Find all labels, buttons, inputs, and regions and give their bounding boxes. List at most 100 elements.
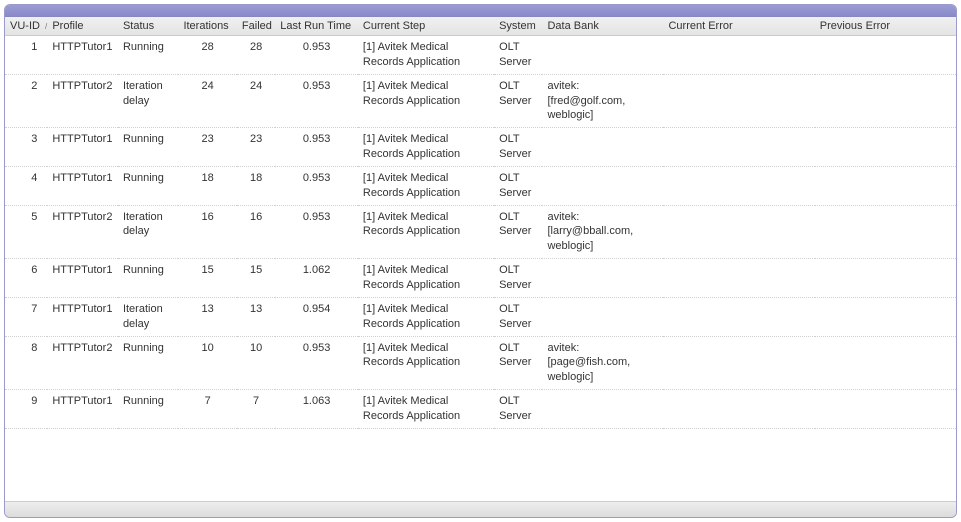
table-row[interactable]: 3HTTPTutor1Running23230.953[1] Avitek Me…: [5, 128, 956, 167]
cell-current-error: [663, 336, 814, 390]
cell-vuid: 9: [5, 390, 47, 429]
col-header-status[interactable]: Status: [118, 17, 179, 36]
col-header-iterations-label: Iterations: [183, 20, 228, 32]
cell-previous-error: [815, 128, 956, 167]
cell-current-step: [1] Avitek Medical Records Application: [358, 297, 494, 336]
cell-vuid: 7: [5, 297, 47, 336]
cell-previous-error: [815, 390, 956, 429]
table-scroll-area[interactable]: VU-ID / Profile Status Iterations Failed…: [5, 17, 956, 501]
cell-data-bank: avitek: [fred@golf.com, weblogic]: [542, 74, 663, 128]
col-header-current-error-label: Current Error: [668, 20, 732, 32]
cell-data-bank: avitek: [page@fish.com, weblogic]: [542, 336, 663, 390]
cell-failed: 10: [237, 336, 275, 390]
cell-current-error: [663, 128, 814, 167]
cell-previous-error: [815, 166, 956, 205]
col-header-current-step-label: Current Step: [363, 20, 425, 32]
table-row[interactable]: 4HTTPTutor1Running18180.953[1] Avitek Me…: [5, 166, 956, 205]
cell-system: OLT Server: [494, 166, 542, 205]
cell-vuid: 6: [5, 259, 47, 298]
col-header-current-step[interactable]: Current Step: [358, 17, 494, 36]
cell-previous-error: [815, 259, 956, 298]
table-row[interactable]: 6HTTPTutor1Running15151.062[1] Avitek Me…: [5, 259, 956, 298]
cell-profile: HTTPTutor1: [47, 128, 118, 167]
cell-system: OLT Server: [494, 297, 542, 336]
cell-iterations: 24: [178, 74, 236, 128]
cell-vuid: 3: [5, 128, 47, 167]
cell-failed: 23: [237, 128, 275, 167]
cell-profile: HTTPTutor1: [47, 259, 118, 298]
col-header-last-run-time[interactable]: Last Run Time: [275, 17, 358, 36]
cell-status: Running: [118, 259, 179, 298]
col-header-failed-label: Failed: [242, 20, 272, 32]
cell-system: OLT Server: [494, 390, 542, 429]
col-header-current-error[interactable]: Current Error: [663, 17, 814, 36]
cell-status: Running: [118, 166, 179, 205]
header-row: VU-ID / Profile Status Iterations Failed…: [5, 17, 956, 36]
cell-data-bank: avitek: [larry@bball.com, weblogic]: [542, 205, 663, 259]
cell-failed: 24: [237, 74, 275, 128]
cell-profile: HTTPTutor1: [47, 166, 118, 205]
cell-current-step: [1] Avitek Medical Records Application: [358, 36, 494, 75]
cell-last-run-time: 0.953: [275, 166, 358, 205]
cell-failed: 15: [237, 259, 275, 298]
cell-system: OLT Server: [494, 336, 542, 390]
cell-system: OLT Server: [494, 74, 542, 128]
col-header-profile-label: Profile: [52, 20, 83, 32]
cell-current-error: [663, 205, 814, 259]
cell-previous-error: [815, 297, 956, 336]
cell-system: OLT Server: [494, 259, 542, 298]
cell-failed: 28: [237, 36, 275, 75]
table-body: 1HTTPTutor1Running28280.953[1] Avitek Me…: [5, 36, 956, 429]
col-header-status-label: Status: [123, 20, 154, 32]
col-header-failed[interactable]: Failed: [237, 17, 275, 36]
table-row[interactable]: 1HTTPTutor1Running28280.953[1] Avitek Me…: [5, 36, 956, 75]
col-header-previous-error-label: Previous Error: [820, 20, 890, 32]
cell-data-bank: [542, 259, 663, 298]
table-row[interactable]: 2HTTPTutor2Iteration delay24240.953[1] A…: [5, 74, 956, 128]
cell-last-run-time: 1.063: [275, 390, 358, 429]
col-header-vuid-label: VU-ID: [10, 20, 40, 32]
cell-last-run-time: 0.953: [275, 74, 358, 128]
cell-profile: HTTPTutor2: [47, 205, 118, 259]
cell-vuid: 5: [5, 205, 47, 259]
cell-data-bank: [542, 166, 663, 205]
cell-failed: 7: [237, 390, 275, 429]
cell-current-error: [663, 36, 814, 75]
cell-iterations: 10: [178, 336, 236, 390]
col-header-last-run-time-label: Last Run Time: [280, 20, 351, 32]
cell-failed: 13: [237, 297, 275, 336]
col-header-iterations[interactable]: Iterations: [178, 17, 236, 36]
cell-iterations: 15: [178, 259, 236, 298]
table-row[interactable]: 7HTTPTutor1Iteration delay13130.954[1] A…: [5, 297, 956, 336]
cell-iterations: 16: [178, 205, 236, 259]
cell-last-run-time: 0.953: [275, 336, 358, 390]
cell-status: Iteration delay: [118, 74, 179, 128]
cell-vuid: 2: [5, 74, 47, 128]
panel-title-bar[interactable]: [5, 5, 956, 17]
cell-status: Running: [118, 128, 179, 167]
table-row[interactable]: 8HTTPTutor2Running10100.953[1] Avitek Me…: [5, 336, 956, 390]
cell-current-error: [663, 259, 814, 298]
col-header-data-bank[interactable]: Data Bank: [542, 17, 663, 36]
cell-iterations: 13: [178, 297, 236, 336]
cell-profile: HTTPTutor1: [47, 390, 118, 429]
cell-current-step: [1] Avitek Medical Records Application: [358, 336, 494, 390]
table-row[interactable]: 5HTTPTutor2Iteration delay16160.953[1] A…: [5, 205, 956, 259]
table-row[interactable]: 9HTTPTutor1Running771.063[1] Avitek Medi…: [5, 390, 956, 429]
cell-iterations: 23: [178, 128, 236, 167]
cell-data-bank: [542, 36, 663, 75]
col-header-vuid[interactable]: VU-ID /: [5, 17, 47, 36]
cell-vuid: 4: [5, 166, 47, 205]
col-header-system[interactable]: System: [494, 17, 542, 36]
cell-status: Running: [118, 336, 179, 390]
cell-status: Iteration delay: [118, 297, 179, 336]
cell-iterations: 18: [178, 166, 236, 205]
cell-current-step: [1] Avitek Medical Records Application: [358, 128, 494, 167]
panel-status-bar: [5, 501, 956, 517]
col-header-previous-error[interactable]: Previous Error: [815, 17, 956, 36]
col-header-profile[interactable]: Profile: [47, 17, 118, 36]
cell-vuid: 1: [5, 36, 47, 75]
vu-grid-panel: VU-ID / Profile Status Iterations Failed…: [4, 4, 957, 518]
cell-last-run-time: 0.953: [275, 128, 358, 167]
cell-previous-error: [815, 74, 956, 128]
